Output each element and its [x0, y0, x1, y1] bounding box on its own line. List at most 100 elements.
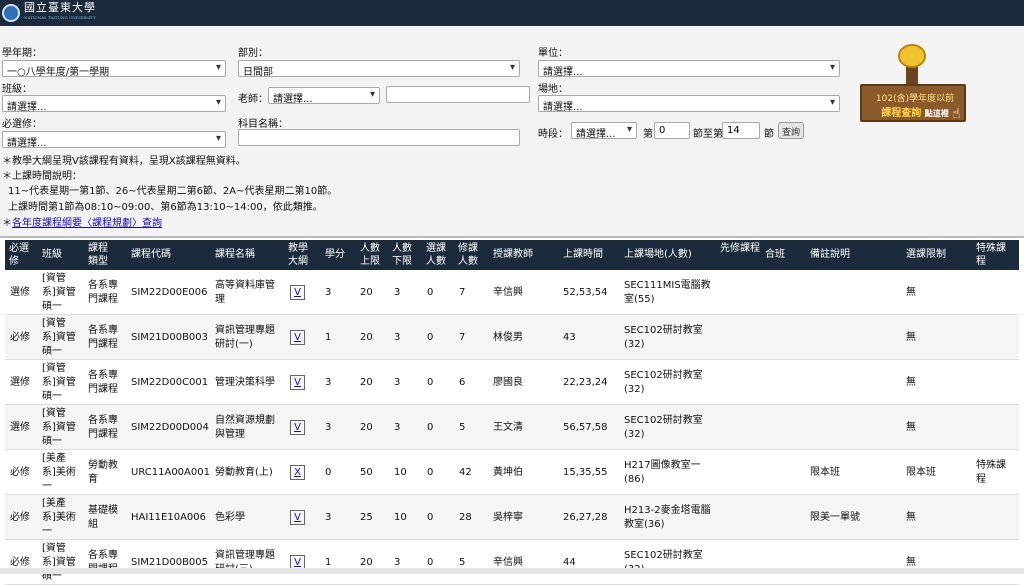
cell-code: URC11A00A001 — [131, 467, 210, 478]
th-course-type: 課程類型 — [88, 243, 108, 267]
cell-remark: 限美一單號 — [810, 512, 860, 523]
cell-max: 20 — [360, 287, 373, 298]
cell-name: 自然資源規劃與管理 — [215, 415, 275, 440]
cell-code: SIM22D00E006 — [131, 287, 208, 298]
th-prerequisite: 先修課程 — [720, 243, 760, 254]
period-suffix: 節 — [764, 129, 774, 140]
th-room: 上課場地(人數) — [624, 249, 692, 260]
query-button[interactable]: 查詢 — [778, 122, 804, 139]
syllabus-link[interactable]: V — [290, 510, 305, 525]
cell-special: 特殊課程 — [976, 460, 1006, 485]
th-teacher: 授課教師 — [493, 249, 533, 260]
cell-class: [資管系]資管碩一 — [42, 363, 76, 402]
cell-credit: 0 — [325, 467, 332, 478]
teacher-text-input[interactable] — [386, 86, 530, 103]
unit-select[interactable]: 請選擇... — [538, 60, 840, 78]
cell-class: [美產系]美術一 — [42, 498, 76, 537]
note-syllabus: ＊教學大綱呈現V該課程有資料，呈現X該課程無資料。 — [2, 156, 246, 167]
cell-room: SEC102研討教室(32) — [624, 325, 703, 350]
cell-required: 選修 — [10, 422, 30, 433]
syllabus-link[interactable]: V — [290, 420, 305, 435]
cell-teacher: 黃坤伯 — [493, 467, 523, 478]
cell-selected: 0 — [427, 512, 434, 523]
teacher-select[interactable]: 請選擇... — [268, 87, 380, 105]
sign-line1: 102(含)學年度以前 — [875, 94, 955, 104]
cell-selected: 0 — [427, 332, 434, 343]
note-curriculum-prefix: ＊ — [2, 218, 12, 229]
cell-selected: 0 — [427, 287, 434, 298]
place-label: 場地： — [538, 84, 568, 95]
cell-name: 管理決策科學 — [215, 377, 275, 388]
cell-time: 43 — [563, 332, 576, 343]
th-max: 人數上限 — [360, 243, 380, 267]
cell-teacher: 王文清 — [493, 422, 523, 433]
course-name-input[interactable] — [238, 129, 520, 146]
cell-enrolled: 7 — [459, 332, 466, 343]
cell-enrolled: 42 — [459, 467, 472, 478]
cell-room: SEC102研討教室(32) — [624, 370, 703, 395]
sign-line2: 課程查詢 — [881, 108, 922, 119]
cell-room: SEC102研討教室(32) — [624, 415, 703, 440]
cell-enrolled: 7 — [459, 287, 466, 298]
th-selected: 選課人數 — [426, 243, 446, 267]
th-credit: 學分 — [325, 249, 345, 260]
syllabus-link[interactable]: X — [290, 465, 305, 480]
cell-credit: 3 — [325, 422, 332, 433]
cell-max: 25 — [360, 512, 373, 523]
th-time: 上課時間 — [563, 249, 603, 260]
sign-board[interactable]: 102(含)學年度以前 課程查詢 點這裡 — [860, 84, 966, 122]
cell-limit: 無 — [906, 287, 916, 298]
cell-code: SIM21D00B003 — [131, 332, 209, 343]
cell-class: [資管系]資管碩一 — [42, 408, 76, 447]
cell-name: 資訊管理專題研討(一) — [215, 325, 275, 350]
syllabus-link[interactable]: V — [290, 375, 305, 390]
period-to-prefix: 節至第 — [693, 129, 723, 140]
class-select[interactable]: 請選擇... — [2, 95, 226, 113]
sign-click-here: 點這裡 — [924, 109, 949, 118]
curriculum-query-link[interactable]: 各年度課程綱要〈課程規劃〉查詢 — [12, 218, 162, 229]
note-time-line2: 上課時間第1節為08:10~09:00、第6節為13:10~14:00，依此類推… — [8, 202, 323, 213]
syllabus-link[interactable]: V — [290, 330, 305, 345]
cell-enrolled: 5 — [459, 422, 466, 433]
th-min: 人數下限 — [392, 243, 412, 267]
period-select[interactable]: 請選擇... — [571, 122, 637, 140]
table-row: 選修 [資管系]資管碩一 各系專門課程 SIM22D00D004 自然資源規劃與… — [5, 405, 1019, 450]
teacher-label: 老師： — [238, 94, 268, 105]
required-select[interactable]: 請選擇... — [2, 131, 226, 149]
cell-min: 3 — [394, 332, 401, 343]
cell-class: [資管系]資管碩一 — [42, 543, 76, 582]
th-class: 班級 — [42, 249, 62, 260]
cell-limit: 無 — [906, 512, 916, 523]
cell-teacher: 林俊男 — [493, 332, 523, 343]
table-row: 必修 [美產系]美術一 勞動教育 URC11A00A001 勞動教育(上) X … — [5, 450, 1019, 495]
note-curriculum: ＊各年度課程綱要〈課程規劃〉查詢 — [2, 214, 162, 229]
cell-name: 勞動教育(上) — [215, 467, 273, 478]
cell-time: 56,57,58 — [563, 422, 608, 433]
th-enrolled: 修課人數 — [458, 243, 478, 267]
table-row: 選修 [資管系]資管碩一 各系專門課程 SIM22D00C001 管理決策科學 … — [5, 360, 1019, 405]
note-time-title: ＊上課時間說明： — [2, 171, 82, 182]
cell-type: 基礎模組 — [88, 505, 118, 530]
th-remark: 備註說明 — [810, 249, 850, 260]
year-label: 學年期： — [2, 48, 42, 59]
required-label: 必選修： — [2, 119, 42, 130]
old-course-query-sign[interactable]: 102(含)學年度以前 課程查詢 點這裡 ☝ — [858, 44, 968, 130]
th-course-name: 課程名稱 — [215, 249, 255, 260]
cell-credit: 3 — [325, 512, 332, 523]
note-time-line1: 11~代表星期一第1節、26~代表星期二第6節、2A~代表星期二第10節。 — [8, 186, 338, 197]
cell-code: SIM22D00D004 — [131, 422, 209, 433]
period-to-input[interactable]: 14 — [722, 122, 760, 139]
cell-limit: 無 — [906, 377, 916, 388]
cell-credit: 3 — [325, 377, 332, 388]
period-label: 時段： — [538, 129, 568, 140]
university-logo[interactable]: 國立臺東大學 NATIONAL TAITUNG UNIVERSITY — [2, 2, 96, 23]
year-select[interactable]: 一○八學年度/第一學期 — [2, 60, 226, 78]
period-from-input[interactable]: 0 — [654, 122, 690, 139]
place-select[interactable]: 請選擇... — [538, 95, 840, 113]
dept-label: 部別： — [238, 48, 268, 59]
cell-min: 10 — [394, 512, 407, 523]
cell-type: 各系專門課程 — [88, 415, 118, 440]
cell-type: 各系專門課程 — [88, 325, 118, 350]
syllabus-link[interactable]: V — [290, 285, 305, 300]
dept-select[interactable]: 日間部 — [238, 60, 520, 78]
